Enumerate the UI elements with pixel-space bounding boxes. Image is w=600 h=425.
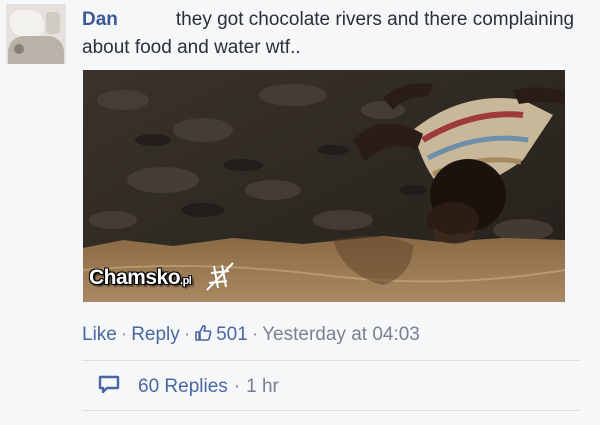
reply-link[interactable]: Reply [131,324,180,345]
avatar-detail [46,12,60,34]
replies-row[interactable]: 60 Replies · 1 hr [98,375,279,398]
avatar[interactable] [6,4,66,64]
comment-timestamp[interactable]: Yesterday at 04:03 [262,324,420,345]
separator: · [251,324,259,345]
like-count[interactable]: 501 [194,324,248,345]
comment-body: Dan they got chocolate rivers and there c… [82,6,582,62]
replies-time: 1 hr [246,376,279,397]
divider [82,410,580,411]
comment-actions: Like · Reply · 501 · Yesterday at 04:03 [82,324,420,346]
separator: · [233,376,241,397]
separator: · [183,324,191,345]
speech-bubble-icon [98,375,120,394]
separator: · [120,324,128,345]
comment-author[interactable]: Dan [82,9,118,30]
watermark-text: Chamsko [89,266,181,289]
thumbs-up-icon [195,324,212,341]
like-link[interactable]: Like [82,324,117,345]
like-count-value: 501 [216,324,248,345]
comment-photo[interactable]: Chamsko.pl [83,70,565,302]
avatar-detail [14,44,24,54]
watermark: Chamsko.pl [89,266,192,290]
replies-link[interactable]: 60 Replies [138,376,228,397]
watermark-suffix: .pl [180,275,192,287]
avatar-detail [10,10,44,36]
comment-text: they got chocolate rivers and there comp… [82,9,575,58]
divider [82,360,580,361]
